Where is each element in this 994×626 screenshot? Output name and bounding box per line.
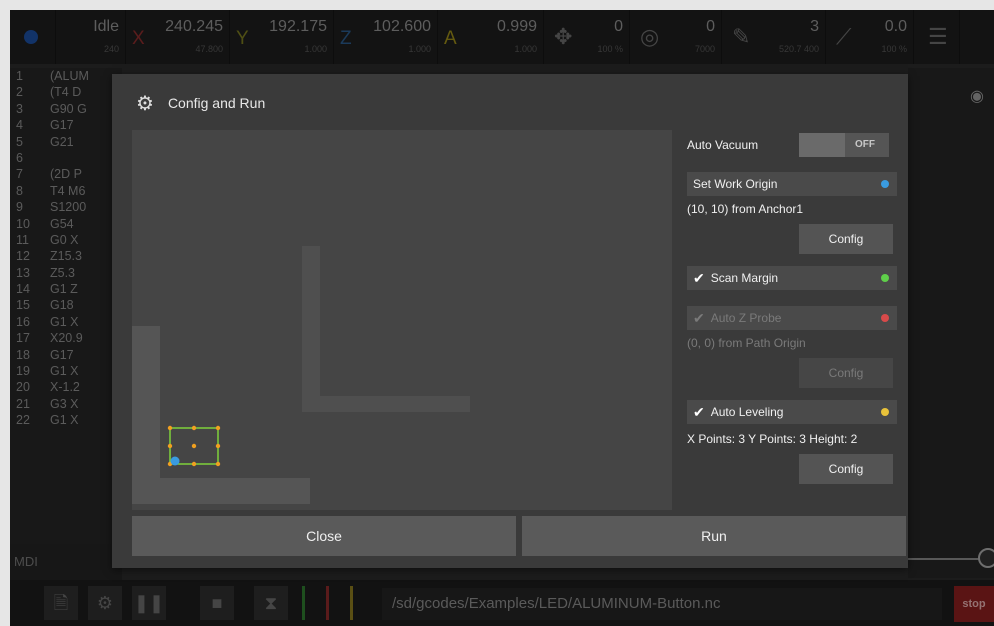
- dialog-title: Config and Run: [167, 95, 266, 111]
- grid-point: [215, 461, 221, 467]
- checkmark-icon: ✔: [693, 309, 705, 326]
- app-window: Idle 240 X 240.245 47.800 Y 192.175 1.00…: [10, 10, 994, 626]
- probe-dot-icon: [881, 314, 889, 322]
- workpiece-shape-horizontal: [302, 396, 470, 412]
- dialog-header: ⚙ Config and Run: [136, 90, 265, 116]
- scan-dot-icon: [881, 274, 889, 282]
- stock-edge-vertical: [132, 326, 160, 504]
- set-work-origin-label: Set Work Origin: [693, 177, 778, 191]
- work-origin-config-button[interactable]: Config: [799, 224, 893, 254]
- leveling-config-button[interactable]: Config: [799, 454, 893, 484]
- grid-point: [191, 443, 197, 449]
- origin-dot-icon: [881, 180, 889, 188]
- run-button[interactable]: Run: [522, 516, 906, 556]
- scan-margin-row[interactable]: ✔ Scan Margin: [687, 266, 897, 290]
- auto-vacuum-label: Auto Vacuum: [687, 138, 759, 152]
- auto-vacuum-toggle[interactable]: OFF: [799, 133, 889, 157]
- gear-icon: ⚙: [136, 92, 154, 115]
- auto-leveling-label: Auto Leveling: [710, 405, 784, 419]
- set-work-origin-row[interactable]: Set Work Origin: [687, 172, 897, 196]
- checkmark-icon: ✔: [693, 403, 705, 420]
- checkmark-icon: ✔: [693, 269, 705, 286]
- config-run-dialog: ⚙ Config and Run Auto Vacuum OFF Set Wor…: [112, 74, 908, 568]
- grid-point: [215, 425, 221, 431]
- options-panel: Auto Vacuum OFF Set Work Origin (10, 10)…: [687, 130, 897, 500]
- auto-vacuum-row: Auto Vacuum OFF: [687, 130, 897, 162]
- work-origin-marker: [170, 456, 180, 466]
- scan-margin-label: Scan Margin: [710, 271, 779, 285]
- grid-point: [167, 443, 173, 449]
- grid-point: [191, 425, 197, 431]
- leveling-dot-icon: [881, 408, 889, 416]
- toolpath-preview: [132, 246, 470, 504]
- preview-canvas[interactable]: [132, 130, 672, 510]
- grid-point: [191, 461, 197, 467]
- close-button[interactable]: Close: [132, 516, 516, 556]
- z-probe-info: (0, 0) from Path Origin: [687, 336, 806, 350]
- work-origin-info: (10, 10) from Anchor1: [687, 202, 804, 216]
- workpiece-shape-vertical: [302, 246, 320, 412]
- auto-leveling-row[interactable]: ✔ Auto Leveling: [687, 400, 897, 424]
- auto-z-probe-row[interactable]: ✔ Auto Z Probe: [687, 306, 897, 330]
- grid-point: [215, 443, 221, 449]
- toggle-knob: [799, 133, 845, 157]
- toggle-state: OFF: [855, 139, 875, 150]
- grid-point: [167, 425, 173, 431]
- stock-edge-horizontal: [132, 478, 310, 504]
- z-probe-config-button[interactable]: Config: [799, 358, 893, 388]
- leveling-info: X Points: 3 Y Points: 3 Height: 2: [687, 432, 858, 446]
- auto-z-probe-label: Auto Z Probe: [710, 311, 782, 325]
